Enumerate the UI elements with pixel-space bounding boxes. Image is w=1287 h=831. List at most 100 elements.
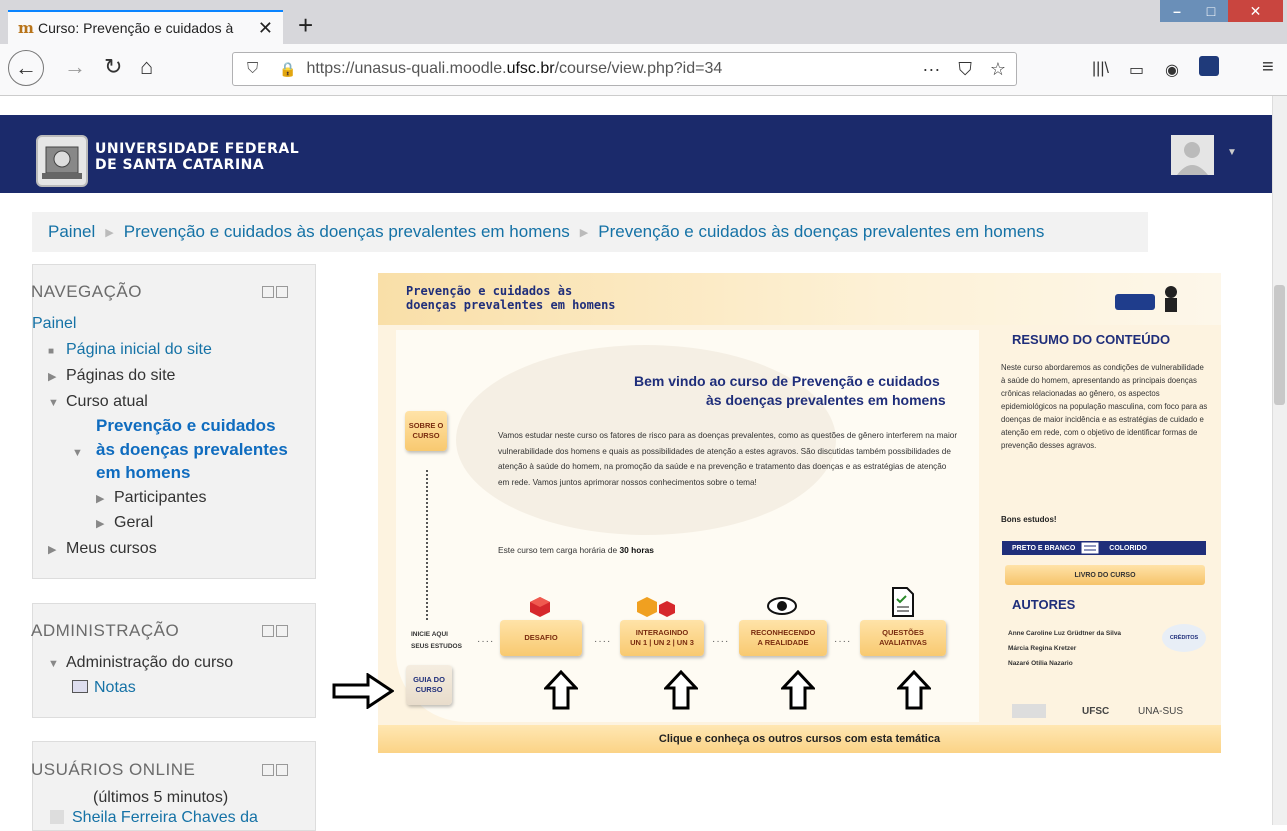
- shield-icon[interactable]: ⛉: [247, 60, 258, 77]
- breadcrumb-course-category[interactable]: Prevenção e cuidados às doenças prevalen…: [124, 222, 570, 242]
- nav-current-course[interactable]: Curso atual: [66, 393, 148, 410]
- desafio-button[interactable]: DESAFIO: [500, 620, 582, 656]
- interagindo-button[interactable]: INTERAGINDO UN 1 | UN 2 | UN 3: [620, 620, 704, 656]
- expand-arrow-icon[interactable]: ▶: [48, 543, 66, 556]
- ufsc-logo: UFSC: [1082, 706, 1110, 717]
- livro-do-curso-button[interactable]: LIVRO DO CURSO: [1005, 565, 1205, 585]
- nav-course-line3[interactable]: em homens: [96, 462, 190, 484]
- autores-heading: AUTORES: [1012, 597, 1076, 612]
- course-hours-value: 30 horas: [619, 545, 654, 555]
- questoes-button[interactable]: QUESTÕES AVALIATIVAS: [860, 620, 946, 656]
- nav-site-home[interactable]: Página inicial do site: [66, 341, 212, 358]
- expand-arrow-icon[interactable]: ▶: [96, 492, 114, 505]
- nav-painel[interactable]: Painel: [32, 315, 76, 333]
- home-button[interactable]: ⌂: [140, 54, 153, 80]
- inicie-line1: INICIE AQUI: [411, 631, 448, 638]
- tab-title: Curso: Prevenção e cuidados à: [38, 20, 234, 36]
- tab-close-icon[interactable]: ✕: [258, 18, 273, 39]
- expand-arrow-icon[interactable]: ▶: [48, 370, 66, 383]
- nav-my-courses[interactable]: Meus cursos: [66, 540, 157, 557]
- bullet-icon: ■: [48, 346, 55, 357]
- breadcrumb-course[interactable]: Prevenção e cuidados às doenças prevalen…: [598, 222, 1044, 242]
- expand-arrow-icon[interactable]: ▶: [96, 517, 114, 530]
- page-scrollbar[interactable]: [1272, 96, 1287, 825]
- url-path: /course/view.php?id=34: [554, 60, 723, 77]
- reconhecendo-line2: A REALIDADE: [757, 638, 809, 647]
- collapse-arrow-icon[interactable]: ▼: [72, 447, 90, 459]
- creditos-button[interactable]: CRÉDITOS: [1162, 624, 1206, 652]
- dotted-connector: ····: [712, 636, 730, 647]
- sobre-o-curso-button[interactable]: SOBRE O CURSO: [405, 411, 447, 451]
- resumo-text: Neste curso abordaremos as condições de …: [1001, 363, 1208, 450]
- cubes-icon: [637, 597, 675, 617]
- questoes-line1: QUESTÕES: [882, 628, 924, 637]
- other-courses-banner[interactable]: Clique e conheça os outros cursos com es…: [378, 725, 1221, 753]
- nav-site-pages[interactable]: Páginas do site: [66, 367, 175, 384]
- new-tab-button[interactable]: +: [298, 10, 313, 41]
- course-intro-text: Vamos estudar neste curso os fatores de …: [498, 431, 958, 487]
- unasus-logo: UNA-SUS: [1138, 706, 1184, 717]
- minimize-button[interactable]: –: [1160, 0, 1194, 22]
- university-name-line2: DE SANTA CATARINA: [95, 157, 265, 173]
- maximize-button[interactable]: □: [1194, 0, 1228, 22]
- up-arrow-annotation-icon: [544, 670, 578, 710]
- block-controls-icon[interactable]: [262, 625, 288, 637]
- address-bar[interactable]: ⛉ 🔒 https://unasus-quali.moodle. ufsc.br /…: [232, 52, 1017, 86]
- admin-course[interactable]: Administração do curso: [66, 654, 233, 671]
- reload-button[interactable]: ↻: [104, 54, 122, 80]
- up-arrow-annotation-icon: [897, 670, 931, 710]
- author-2: Márcia Regina Kretzer: [1008, 645, 1077, 652]
- breadcrumb-separator-icon: ▶: [105, 226, 114, 239]
- guia-line2: CURSO: [415, 685, 443, 694]
- guia-do-curso-button[interactable]: GUIA DO CURSO: [406, 665, 452, 705]
- browser-tab[interactable]: m Curso: Prevenção e cuidados à ✕: [8, 10, 283, 44]
- online-user-link[interactable]: Sheila Ferreira Chaves da: [72, 809, 258, 826]
- checklist-document-icon: [892, 587, 914, 617]
- up-arrow-annotation-icon: [781, 670, 815, 710]
- browser-tab-strip: m Curso: Prevenção e cuidados à ✕ + – □ …: [0, 0, 1287, 44]
- bookmark-star-icon[interactable]: ☆: [990, 59, 1006, 80]
- pocket-icon[interactable]: ⛉: [958, 59, 972, 80]
- reconhecendo-button[interactable]: RECONHECENDO A REALIDADE: [739, 620, 827, 656]
- dotted-connector: ····: [594, 636, 612, 647]
- colorido-link[interactable]: COLORIDO: [1109, 545, 1147, 552]
- breadcrumb-painel[interactable]: Painel: [48, 222, 95, 242]
- right-arrow-annotation-icon: [332, 673, 394, 709]
- admin-grades-link[interactable]: Notas: [94, 679, 136, 696]
- interagindo-line2: UN 1 | UN 2 | UN 3: [630, 638, 694, 647]
- page-actions-icon[interactable]: ···: [922, 59, 940, 80]
- collapse-arrow-icon[interactable]: ▼: [48, 397, 66, 409]
- book-icon: [1080, 541, 1100, 555]
- nav-course-line2[interactable]: às doenças prevalentes: [96, 439, 288, 461]
- online-users-subtitle: (últimos 5 minutos): [93, 789, 229, 806]
- sobre-line1: SOBRE O: [408, 421, 444, 430]
- block-controls-icon[interactable]: [262, 764, 288, 776]
- preto-e-branco-link[interactable]: PRETO E BRANCO: [1012, 545, 1075, 552]
- breadcrumb-separator-icon: ▶: [579, 226, 589, 239]
- dotted-path-line: [426, 470, 428, 620]
- lock-icon[interactable]: 🔒: [279, 61, 296, 78]
- author-1: Anne Caroline Luz Grüdtner da Silva: [1008, 630, 1122, 637]
- close-window-button[interactable]: ✕: [1228, 0, 1283, 22]
- sidebar-icon[interactable]: ▭: [1129, 60, 1144, 80]
- user-avatar[interactable]: [1171, 135, 1214, 175]
- account-icon[interactable]: ◉: [1165, 60, 1179, 80]
- menu-icon[interactable]: ≡: [1262, 56, 1274, 79]
- forward-button[interactable]: →: [64, 54, 86, 80]
- user-avatar-icon: [50, 810, 64, 824]
- user-menu-caret-icon[interactable]: ▼: [1227, 147, 1237, 158]
- nav-geral[interactable]: Geral: [114, 514, 153, 531]
- inicie-line2: SEUS ESTUDOS: [411, 643, 462, 650]
- nav-course-line1[interactable]: Prevenção e cuidados: [96, 415, 276, 437]
- dotted-connector: ····: [834, 636, 852, 647]
- desafio-label: DESAFIO: [524, 633, 558, 642]
- block-controls-icon[interactable]: [262, 286, 288, 298]
- back-button[interactable]: ←: [8, 50, 44, 86]
- scrollbar-thumb[interactable]: [1274, 285, 1285, 405]
- collapse-arrow-icon[interactable]: ▼: [48, 658, 66, 670]
- eye-icon: [767, 597, 797, 615]
- library-icon[interactable]: |||\: [1092, 60, 1109, 78]
- ufsc-crest-logo[interactable]: [36, 135, 88, 187]
- extension-icon[interactable]: [1199, 56, 1219, 76]
- nav-participantes[interactable]: Participantes: [114, 489, 207, 506]
